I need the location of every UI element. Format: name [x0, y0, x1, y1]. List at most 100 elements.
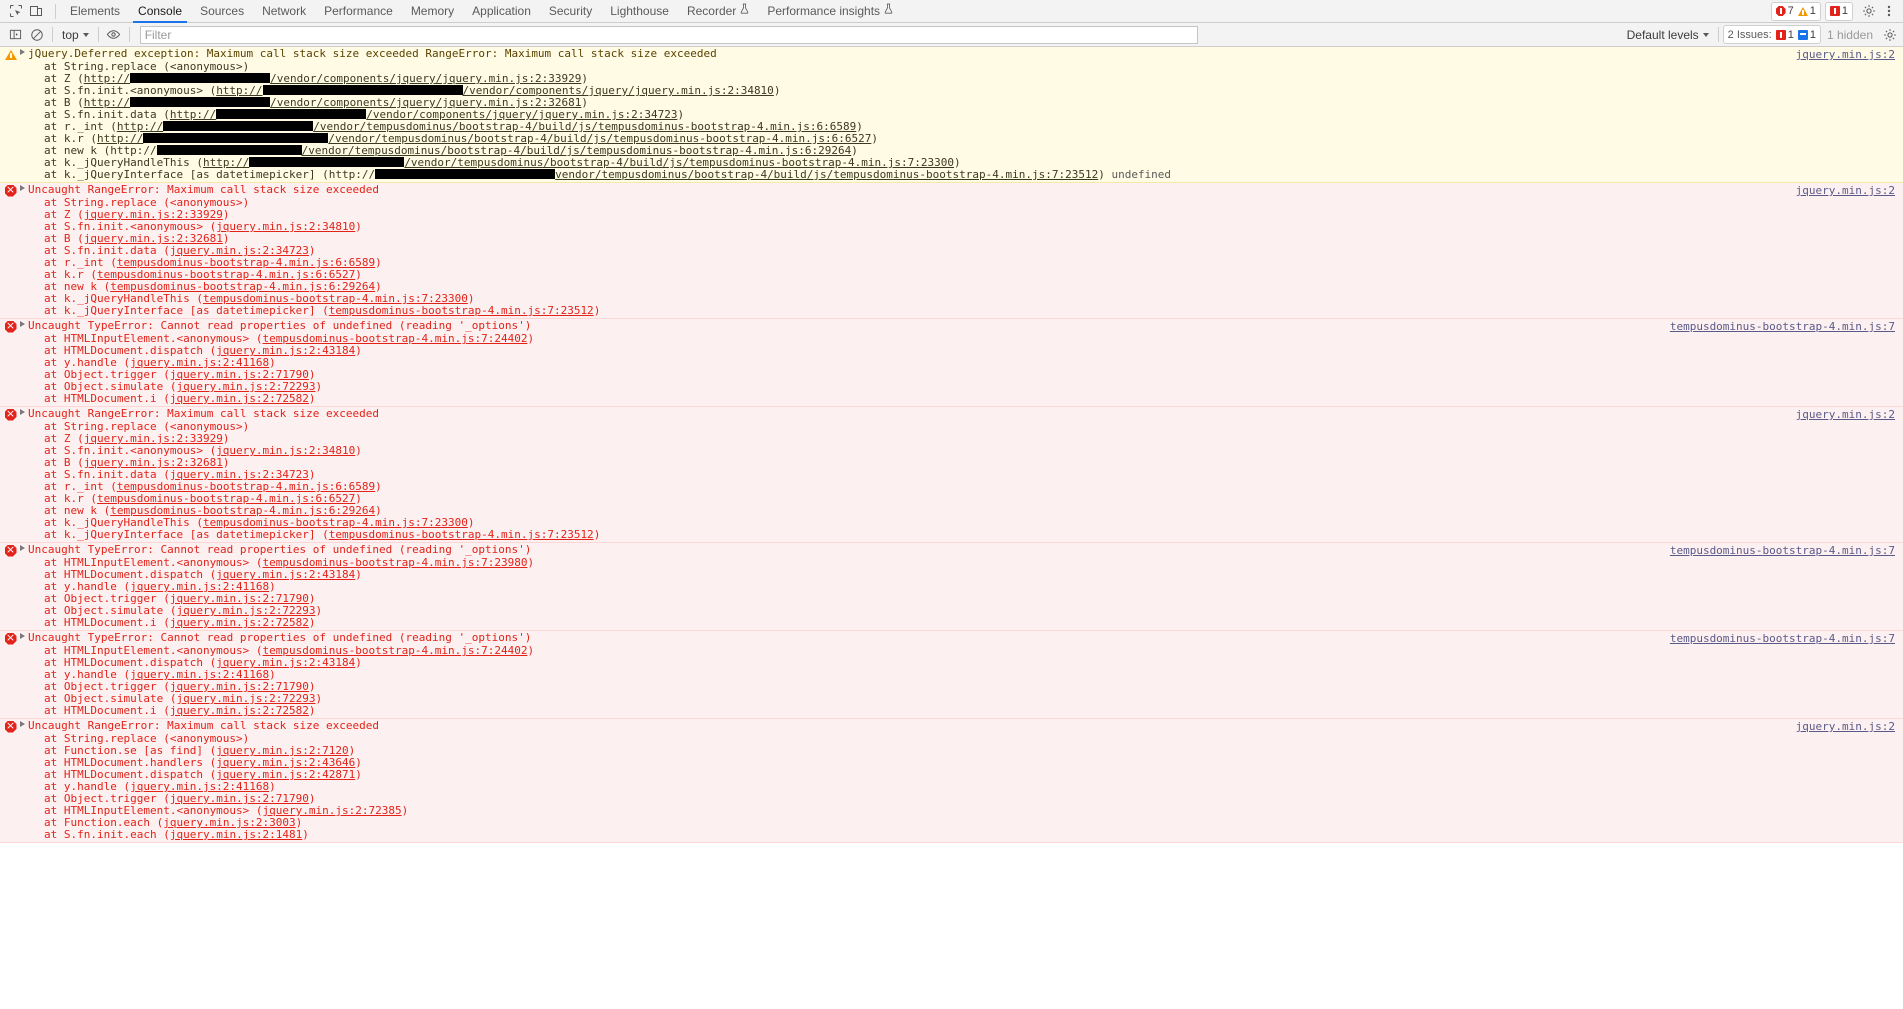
filter-input[interactable]	[139, 25, 1198, 44]
device-toolbar-icon[interactable]	[26, 1, 46, 21]
tab-application[interactable]: Application	[463, 0, 540, 23]
tab-network[interactable]: Network	[253, 0, 315, 23]
expand-triangle-icon[interactable]	[17, 320, 28, 327]
source-path-link[interactable]: tempusdominus-bootstrap-4.min.js:7:23512	[329, 304, 594, 317]
error-warning-counter[interactable]: 7 1	[1770, 1, 1821, 21]
tabbar-right-group: 7 1 1	[1770, 0, 1903, 22]
expand-triangle-icon[interactable]	[17, 48, 28, 55]
tab-security[interactable]: Security	[540, 0, 601, 23]
tab-label: Recorder	[686, 3, 737, 18]
redacted-host	[216, 109, 367, 119]
console-message[interactable]: jQuery.Deferred exception: Maximum call …	[0, 47, 1903, 183]
tab-lighthouse[interactable]: Lighthouse	[601, 0, 678, 23]
expand-triangle-icon[interactable]	[17, 184, 28, 191]
console-message[interactable]: Uncaught TypeError: Cannot read properti…	[0, 631, 1903, 719]
tab-label: Console	[138, 3, 183, 18]
console-message[interactable]: Uncaught RangeError: Maximum call stack …	[0, 719, 1903, 843]
stack-frame: at r._int (http:///vendor/tempusdominus/…	[44, 120, 863, 133]
clear-console-icon[interactable]	[26, 24, 48, 46]
error-octagon-icon	[4, 544, 17, 557]
expand-triangle-icon[interactable]	[17, 720, 28, 727]
stack-trace: at HTMLInputElement.<anonymous> (tempusd…	[0, 557, 1903, 629]
expand-triangle-icon[interactable]	[17, 632, 28, 639]
redacted-host	[262, 85, 463, 95]
gear-icon[interactable]	[1859, 1, 1879, 21]
source-path-link[interactable]: tempusdominus-bootstrap-4.min.js:7:23512	[329, 528, 594, 541]
execution-context-selector[interactable]: top	[57, 25, 94, 44]
tab-recorder[interactable]: Recorder	[678, 0, 758, 23]
source-path-link[interactable]: jquery.min.js:2:34810	[216, 220, 355, 233]
redacted-host	[130, 73, 271, 83]
console-message[interactable]: Uncaught TypeError: Cannot read properti…	[0, 319, 1903, 407]
console-message-text: Uncaught TypeError: Cannot read properti…	[28, 543, 532, 556]
message-source-link[interactable]: tempusdominus-bootstrap-4.min.js:7	[1670, 544, 1895, 557]
tab-label: Elements	[70, 3, 121, 18]
message-source-link[interactable]: jquery.min.js:2	[1796, 720, 1895, 733]
url-link[interactable]: http://	[170, 108, 216, 121]
tab-console[interactable]: Console	[129, 0, 191, 23]
issue-counter-item[interactable]: 1	[1829, 5, 1848, 17]
console-toolbar-right: Default levels 2 Issues: 1 1 1 hidden	[1622, 23, 1903, 46]
tab-label: Performance	[324, 3, 393, 18]
error-octagon-icon	[1775, 6, 1786, 16]
message-source-link[interactable]: jquery.min.js:2	[1796, 408, 1895, 421]
chevron-down-icon	[82, 32, 89, 37]
stack-trace: at String.replace (<anonymous>) at Functi…	[0, 733, 1903, 841]
source-path-link[interactable]: jquery.min.js:2:34810	[216, 444, 355, 457]
console-settings-gear-icon[interactable]	[1879, 24, 1901, 46]
message-source-link[interactable]: tempusdominus-bootstrap-4.min.js:7	[1670, 320, 1895, 333]
message-source-link[interactable]: jquery.min.js:2	[1796, 48, 1895, 61]
expand-triangle-icon[interactable]	[17, 408, 28, 415]
url-link[interactable]: http://	[216, 84, 262, 97]
console-sidebar-toggle-icon[interactable]	[4, 24, 26, 46]
tab-performance[interactable]: Performance	[315, 0, 402, 23]
log-levels-selector[interactable]: Default levels	[1622, 25, 1714, 44]
issues-counter[interactable]: 1	[1824, 1, 1853, 21]
execution-context-label: top	[62, 27, 79, 42]
stack-frame: at k._jQueryInterface [as datetimepicker…	[44, 304, 601, 317]
stack-frame: at HTMLInputElement.<anonymous> (jquery.…	[44, 804, 409, 817]
more-options-icon[interactable]	[1879, 1, 1899, 21]
console-message-list[interactable]: jQuery.Deferred exception: Maximum call …	[0, 47, 1903, 1009]
warning-counter[interactable]: 1	[1797, 5, 1816, 17]
tab-memory[interactable]: Memory	[402, 0, 463, 23]
tab-label: Network	[262, 3, 307, 18]
devtools-tabs: Elements Console Sources Network Performance…	[61, 0, 902, 23]
source-path-link[interactable]: vendor/tempusdominus/bootstrap-4/build/j…	[555, 168, 1098, 181]
source-path-link[interactable]: jquery.min.js:2:1481	[170, 828, 302, 841]
issues-summary-button[interactable]: 2 Issues: 1 1	[1722, 25, 1821, 44]
redacted-host	[130, 97, 271, 107]
stack-frame: at HTMLDocument.dispatch (jquery.min.js:…	[44, 768, 362, 781]
source-path-link[interactable]: jquery.min.js:2:72582	[170, 616, 309, 629]
undefined-value: undefined	[1104, 168, 1172, 181]
console-message-text: Uncaught RangeError: Maximum call stack …	[28, 719, 379, 732]
redacted-host	[143, 133, 329, 143]
source-path-link[interactable]: jquery.min.js:2:72582	[170, 704, 309, 717]
console-message-header: Uncaught TypeError: Cannot read properti…	[0, 544, 1903, 557]
toolbar-divider-2	[97, 27, 99, 42]
redacted-host	[156, 145, 302, 155]
inspect-element-icon[interactable]	[6, 1, 26, 21]
stack-frame: at HTMLDocument.i (jquery.min.js:2:72582…	[44, 704, 316, 717]
tab-performance-insights[interactable]: Performance insights	[758, 0, 902, 23]
error-octagon-icon	[4, 408, 17, 421]
live-expression-eye-icon[interactable]	[103, 24, 125, 46]
console-message-text: Uncaught RangeError: Maximum call stack …	[28, 183, 379, 196]
stack-frame: at B (http:///vendor/components/jquery/j…	[44, 96, 588, 109]
stack-frame: at String.replace (<anonymous>)	[44, 196, 250, 209]
source-path-link[interactable]: jquery.min.js:2:72582	[170, 392, 309, 405]
console-message[interactable]: Uncaught RangeError: Maximum call stack …	[0, 407, 1903, 543]
message-source-link[interactable]: tempusdominus-bootstrap-4.min.js:7	[1670, 632, 1895, 645]
log-levels-label: Default levels	[1626, 27, 1699, 42]
tab-sources[interactable]: Sources	[191, 0, 253, 23]
message-source-link[interactable]: jquery.min.js:2	[1796, 184, 1895, 197]
console-message[interactable]: Uncaught RangeError: Maximum call stack …	[0, 183, 1903, 319]
error-counter[interactable]: 7	[1775, 5, 1794, 17]
issue-count: 1	[1841, 5, 1848, 17]
expand-triangle-icon[interactable]	[17, 544, 28, 551]
stack-trace: at String.replace (<anonymous>) at Z (htt…	[0, 61, 1903, 181]
tab-elements[interactable]: Elements	[61, 0, 129, 23]
console-message[interactable]: Uncaught TypeError: Cannot read properti…	[0, 543, 1903, 631]
console-message-text: jQuery.Deferred exception: Maximum call …	[28, 47, 717, 60]
experiment-flask-icon	[884, 0, 893, 23]
